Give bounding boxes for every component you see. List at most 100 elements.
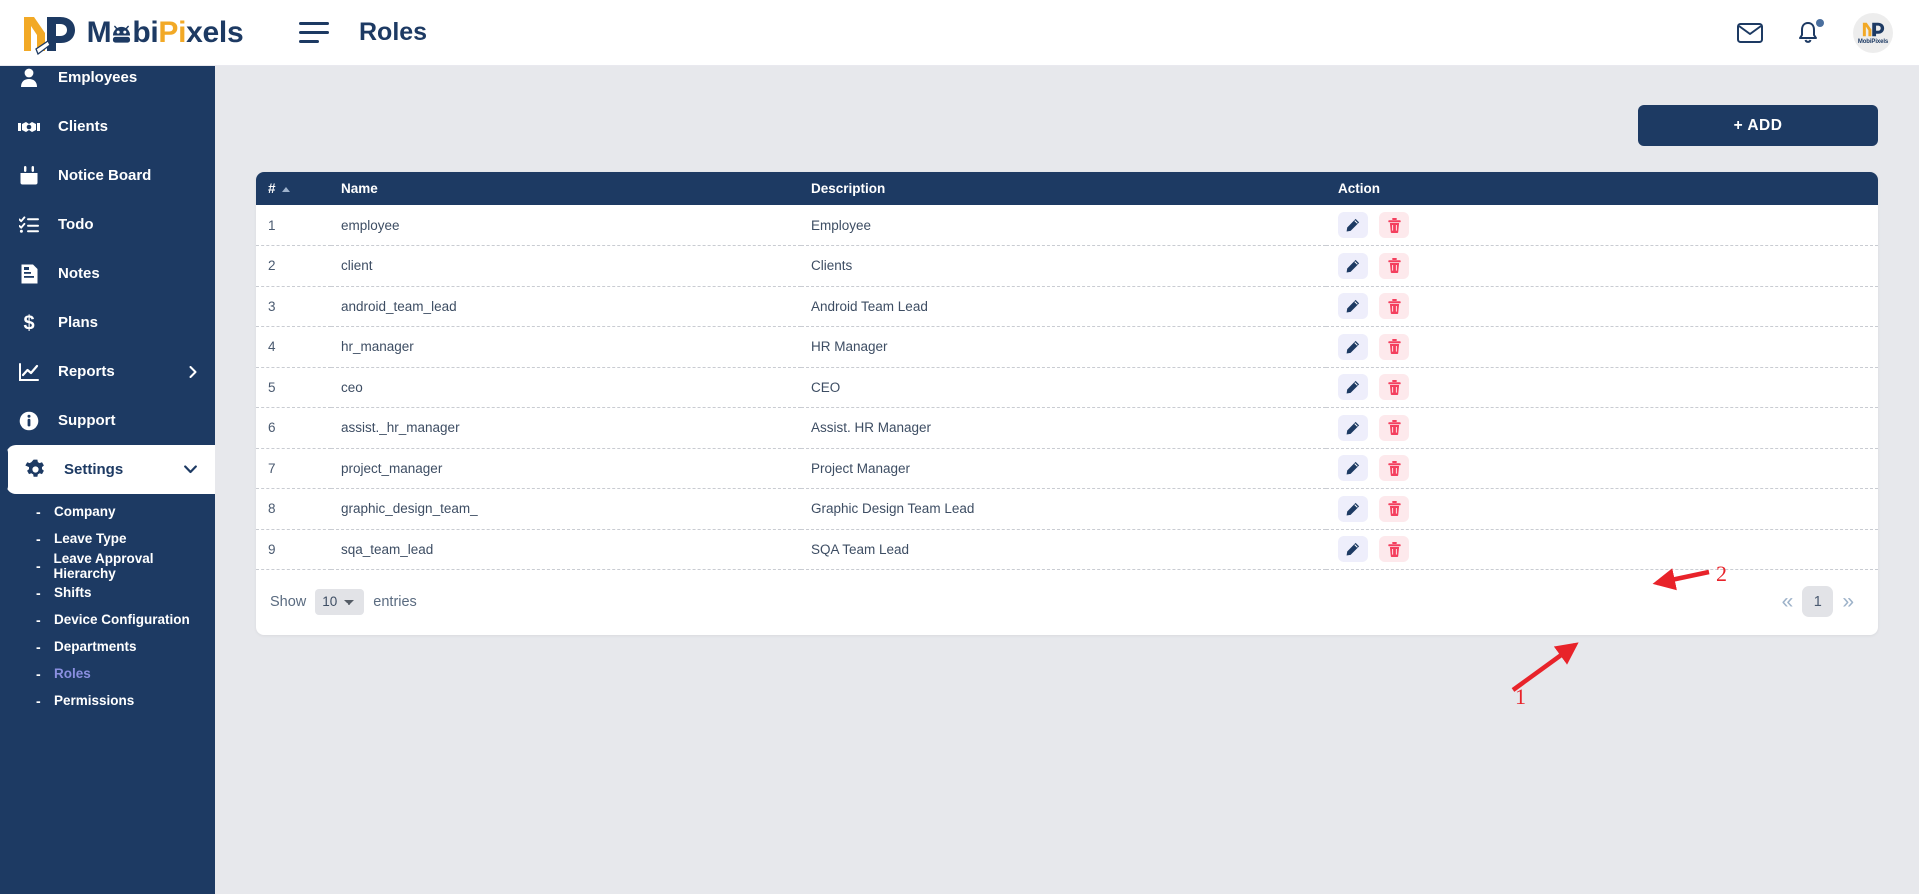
sidebar-item-settings[interactable]: Settings bbox=[0, 445, 215, 494]
sidebar-item-notes[interactable]: Notes bbox=[0, 249, 215, 298]
table-footer: Show 102550100 entries « 1 » bbox=[256, 570, 1878, 621]
note-icon bbox=[12, 264, 46, 284]
delete-button-row-7[interactable] bbox=[1379, 455, 1409, 482]
sidebar-item-todo[interactable]: Todo bbox=[0, 200, 215, 249]
edit-button-row-1[interactable] bbox=[1338, 212, 1368, 238]
submenu-item-leave-type[interactable]: - Leave Type bbox=[0, 525, 215, 552]
trash-icon bbox=[1387, 460, 1401, 476]
submenu-item-roles[interactable]: - Roles bbox=[0, 660, 215, 687]
top-bar: MbiPixels Roles MobiPixels bbox=[0, 0, 1919, 66]
edit-button-row-6[interactable] bbox=[1338, 414, 1368, 441]
cell-number: 2 bbox=[256, 245, 331, 287]
sidebar-item-label: Settings bbox=[64, 461, 124, 478]
edit-button-row-3[interactable] bbox=[1338, 293, 1368, 320]
cell-action bbox=[1326, 245, 1878, 287]
hamburger-icon[interactable] bbox=[299, 20, 333, 46]
edit-button-row-8[interactable] bbox=[1338, 495, 1368, 522]
trash-icon bbox=[1387, 541, 1401, 557]
edit-button-row-7[interactable] bbox=[1338, 455, 1368, 482]
cell-action bbox=[1326, 488, 1878, 530]
envelope-icon[interactable] bbox=[1737, 22, 1763, 43]
delete-button-row-3[interactable] bbox=[1379, 293, 1409, 320]
bell-icon[interactable] bbox=[1797, 18, 1824, 45]
table-row: 8 graphic_design_team_ Graphic Design Team… bbox=[256, 488, 1878, 530]
cell-description: CEO bbox=[801, 367, 1326, 408]
cell-number: 7 bbox=[256, 448, 331, 489]
cell-number: 3 bbox=[256, 286, 331, 327]
sidebar-item-label: Todo bbox=[58, 216, 94, 233]
sidebar-item-label: Employees bbox=[58, 69, 138, 86]
submenu-item-device-configuration[interactable]: - Device Configuration bbox=[0, 606, 215, 633]
avatar[interactable]: MobiPixels bbox=[1853, 12, 1893, 53]
table-body: 1 employee Employee 2 client Clients 3 android_… bbox=[256, 205, 1878, 570]
action-buttons bbox=[1338, 536, 1878, 563]
action-buttons bbox=[1338, 455, 1878, 482]
brand-name-part-1: M bbox=[86, 15, 112, 49]
info-icon bbox=[12, 411, 46, 431]
cell-name: ceo bbox=[331, 367, 801, 408]
cell-action bbox=[1326, 529, 1878, 570]
delete-button-row-4[interactable] bbox=[1379, 333, 1409, 360]
dash-marker: - bbox=[36, 665, 41, 682]
submenu-item-label: Roles bbox=[54, 666, 91, 681]
edit-button-row-5[interactable] bbox=[1338, 374, 1368, 401]
chevron-right-icon[interactable] bbox=[189, 365, 197, 378]
delete-button-row-2[interactable] bbox=[1379, 252, 1409, 279]
calendar-icon bbox=[12, 166, 46, 185]
delete-button-row-8[interactable] bbox=[1379, 495, 1409, 522]
column-header-description[interactable]: Description bbox=[801, 172, 1326, 205]
show-label: Show bbox=[270, 593, 307, 610]
cell-number: 1 bbox=[256, 205, 331, 246]
submenu-item-shifts[interactable]: - Shifts bbox=[0, 579, 215, 606]
pagination-next-button[interactable]: » bbox=[1842, 591, 1854, 612]
delete-button-row-1[interactable] bbox=[1379, 212, 1409, 238]
cell-description: HR Manager bbox=[801, 326, 1326, 368]
sidebar-item-label: Plans bbox=[58, 314, 99, 331]
pagination-page-1[interactable]: 1 bbox=[1802, 586, 1834, 617]
cell-description: Employee bbox=[801, 205, 1326, 246]
add-button[interactable]: + ADD bbox=[1638, 105, 1878, 146]
edit-button-row-4[interactable] bbox=[1338, 333, 1368, 360]
submenu-item-departments[interactable]: - Departments bbox=[0, 633, 215, 660]
table-row: 7 project_manager Project Manager bbox=[256, 448, 1878, 489]
delete-button-row-9[interactable] bbox=[1379, 536, 1409, 563]
entries-select[interactable]: 102550100 bbox=[315, 588, 365, 615]
cell-action bbox=[1326, 205, 1878, 246]
sidebar-item-support[interactable]: Support bbox=[0, 396, 215, 445]
pencil-icon bbox=[1346, 502, 1360, 516]
column-header-name[interactable]: Name bbox=[331, 172, 801, 205]
brand-name-part-2: bi bbox=[132, 15, 159, 49]
delete-button-row-5[interactable] bbox=[1379, 374, 1409, 401]
delete-button-row-6[interactable] bbox=[1379, 414, 1409, 441]
table-row: 3 android_team_lead Android Team Lead bbox=[256, 286, 1878, 327]
dollar-icon: $ bbox=[12, 312, 46, 334]
sidebar-item-reports[interactable]: Reports bbox=[0, 347, 215, 396]
trash-icon bbox=[1387, 379, 1401, 395]
column-header-number[interactable]: # bbox=[256, 172, 331, 205]
table-row: 4 hr_manager HR Manager bbox=[256, 326, 1878, 368]
edit-button-row-9[interactable] bbox=[1338, 536, 1368, 563]
cell-action bbox=[1326, 367, 1878, 408]
chevron-down-icon[interactable] bbox=[184, 465, 197, 474]
avatar-label: MobiPixels bbox=[1857, 38, 1889, 45]
edit-button-row-2[interactable] bbox=[1338, 252, 1368, 279]
hamburger-line bbox=[299, 31, 329, 34]
cell-name: assist._hr_manager bbox=[331, 407, 801, 449]
pagination: « 1 » bbox=[1782, 586, 1854, 617]
submenu-item-permissions[interactable]: - Permissions bbox=[0, 687, 215, 714]
submenu-item-leave-approval-hierarchy[interactable]: - Leave Approval Hierarchy bbox=[0, 551, 215, 581]
submenu-item-label: Device Configuration bbox=[54, 612, 190, 627]
hamburger-line bbox=[299, 22, 329, 25]
dash-marker: - bbox=[36, 692, 41, 709]
pencil-icon bbox=[1346, 421, 1360, 435]
sidebar-item-clients[interactable]: Clients bbox=[0, 102, 215, 151]
column-header-action: Action bbox=[1326, 172, 1878, 205]
submenu-item-company[interactable]: - Company bbox=[0, 498, 215, 525]
handshake-icon bbox=[12, 119, 46, 135]
pagination-prev-button[interactable]: « bbox=[1782, 591, 1794, 612]
sidebar-item-notice-board[interactable]: Notice Board bbox=[0, 151, 215, 200]
brand-logo[interactable]: MbiPixels bbox=[0, 0, 263, 66]
submenu-item-label: Company bbox=[54, 504, 116, 519]
dash-marker: - bbox=[36, 557, 41, 574]
sidebar-item-plans[interactable]: $ Plans bbox=[0, 298, 215, 347]
